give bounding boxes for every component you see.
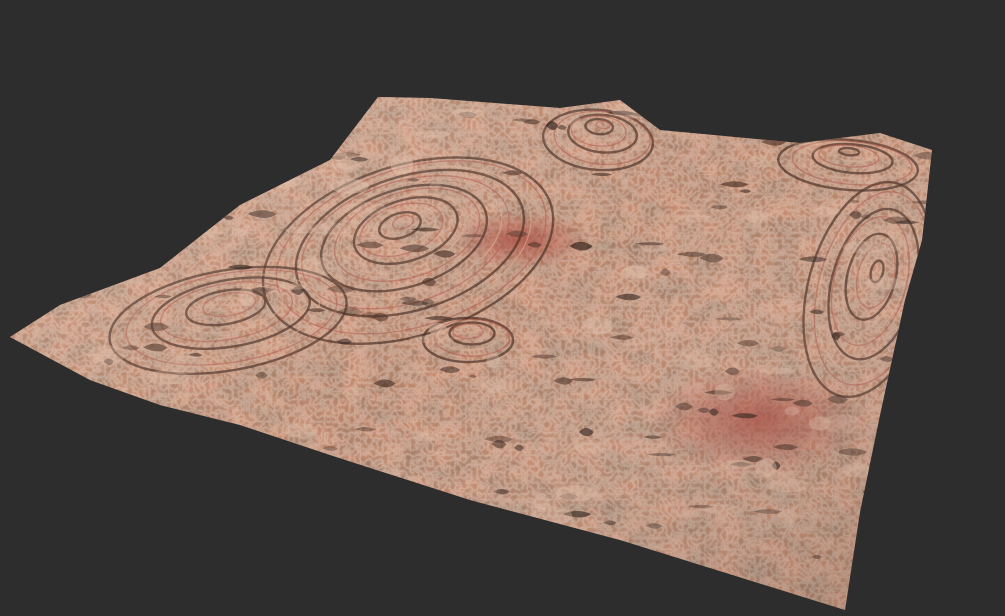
highlight-patch	[370, 555, 398, 572]
erosion-mark	[64, 478, 92, 485]
erosion-mark	[324, 565, 350, 570]
erosion-mark	[280, 538, 311, 545]
erosion-mark	[871, 464, 901, 474]
highlight-patch	[289, 147, 323, 161]
erosion-mark	[881, 475, 906, 481]
erosion-mark	[365, 480, 395, 484]
erosion-mark	[174, 502, 202, 508]
erosion-mark	[118, 201, 140, 207]
erosion-mark	[300, 472, 327, 481]
erosion-mark	[171, 464, 190, 470]
erosion-mark	[585, 536, 608, 541]
erosion-mark	[204, 438, 232, 443]
highlight-patch	[59, 106, 79, 127]
highlight-patch	[378, 494, 421, 504]
highlight-patch	[308, 484, 322, 492]
erosion-mark	[216, 533, 243, 540]
highlight-patch	[130, 209, 145, 219]
erosion-mark	[88, 546, 116, 556]
erosion-mark	[90, 539, 120, 549]
erosion-mark	[171, 159, 186, 168]
highlight-patch	[208, 534, 233, 546]
erosion-mark	[912, 424, 932, 429]
erosion-mark	[270, 484, 292, 493]
highlight-patch	[204, 179, 233, 191]
highlight-patch	[78, 578, 119, 594]
erosion-mark	[918, 383, 932, 390]
highlight-patch	[83, 275, 104, 286]
highlight-patch	[148, 110, 172, 125]
erosion-mark	[202, 140, 225, 149]
erosion-mark	[367, 568, 395, 574]
erosion-mark	[189, 416, 210, 426]
erosion-mark	[272, 509, 302, 518]
erosion-mark	[174, 481, 204, 487]
highlight-patch	[844, 117, 888, 130]
erosion-mark	[862, 540, 885, 549]
highlight-patch	[112, 106, 152, 126]
erosion-mark	[247, 441, 278, 447]
erosion-mark	[862, 488, 880, 496]
erosion-mark	[120, 226, 150, 232]
erosion-mark	[451, 506, 463, 512]
terrain-surface	[10, 97, 932, 610]
erosion-mark	[86, 522, 106, 531]
erosion-mark	[96, 154, 126, 164]
erosion-mark	[96, 406, 125, 412]
erosion-mark	[780, 125, 790, 131]
erosion-mark	[410, 549, 426, 553]
erosion-mark	[478, 571, 508, 576]
highlight-patch	[147, 122, 161, 130]
erosion-mark	[474, 554, 494, 559]
erosion-mark	[584, 585, 596, 593]
erosion-mark	[367, 504, 383, 509]
3d-viewport[interactable]	[0, 0, 1005, 616]
erosion-mark	[882, 517, 898, 526]
highlight-patch	[178, 516, 219, 535]
erosion-mark	[103, 568, 116, 573]
erosion-mark	[235, 489, 257, 496]
highlight-patch	[169, 542, 202, 554]
highlight-patch	[225, 176, 269, 197]
highlight-patch	[302, 472, 328, 485]
highlight-patch	[390, 565, 423, 583]
erosion-mark	[280, 496, 292, 504]
highlight-patch	[529, 528, 574, 538]
erosion-mark	[95, 207, 114, 213]
erosion-mark	[62, 149, 78, 158]
erosion-mark	[147, 417, 159, 423]
highlight-patch	[127, 126, 157, 135]
erosion-mark	[185, 503, 211, 511]
highlight-patch	[251, 166, 280, 173]
highlight-patch	[108, 171, 148, 182]
erosion-mark	[106, 459, 122, 464]
highlight-patch	[48, 449, 73, 465]
highlight-patch	[860, 501, 894, 519]
erosion-mark	[157, 144, 181, 149]
erosion-mark	[154, 501, 174, 510]
terrain-render	[10, 97, 932, 610]
highlight-patch	[560, 568, 583, 583]
erosion-mark	[221, 576, 244, 582]
erosion-mark	[670, 111, 687, 121]
highlight-patch	[662, 561, 675, 581]
erosion-mark	[208, 508, 229, 513]
